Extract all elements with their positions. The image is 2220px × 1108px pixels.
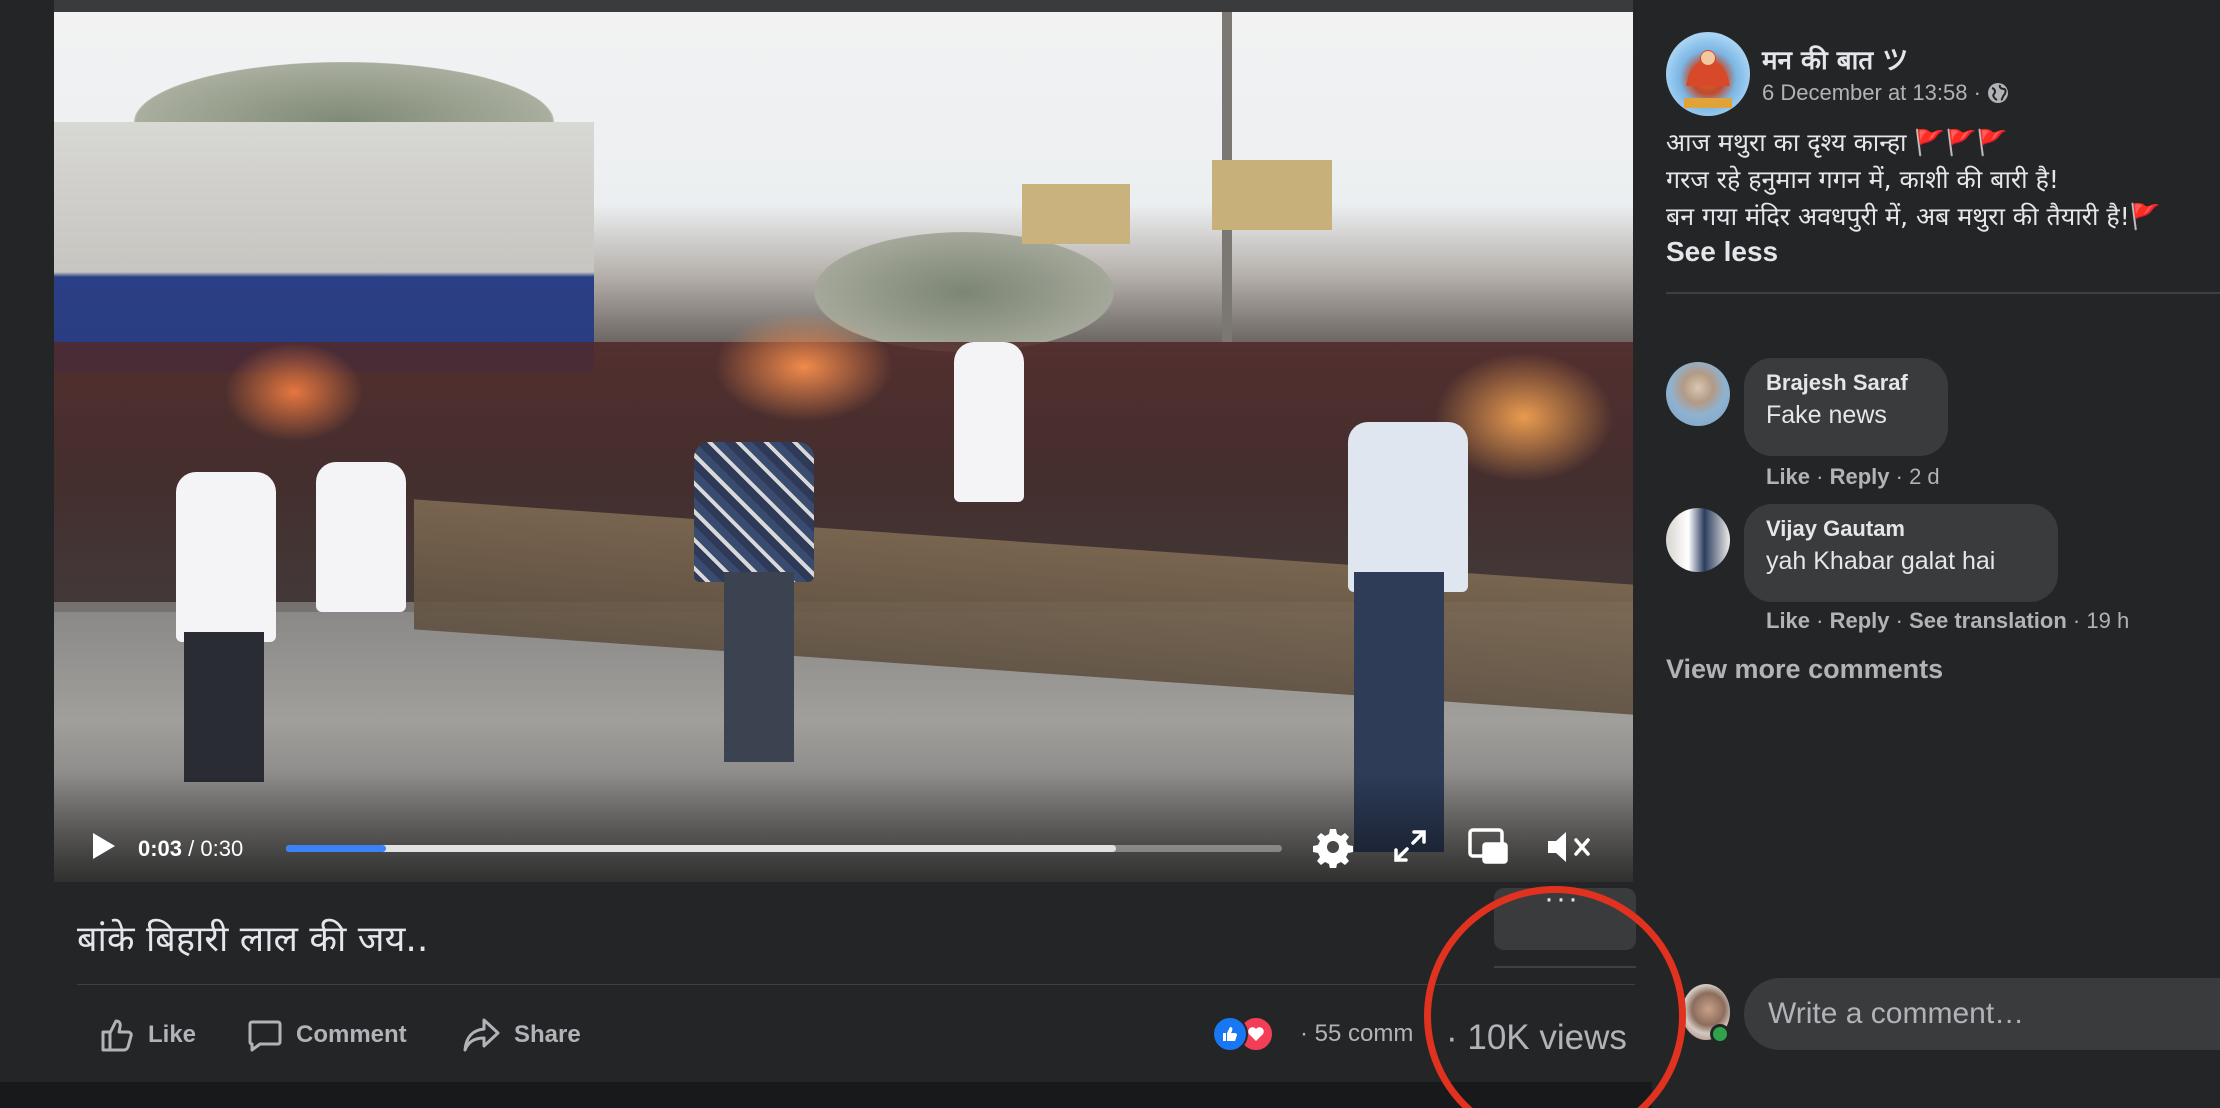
settings-button[interactable] — [1312, 826, 1354, 869]
post-timestamp[interactable]: 6 December at 13:58 · — [1762, 80, 1981, 106]
comment-actions: Like · Reply · 2 d — [1766, 464, 1940, 489]
bottom-bar — [0, 1082, 1652, 1108]
play-icon — [93, 833, 115, 859]
progress-bar[interactable] — [286, 845, 1282, 852]
divider — [1666, 292, 2220, 294]
gear-icon — [1313, 829, 1353, 869]
progress-buffered — [286, 845, 1116, 852]
video-scene-person — [954, 342, 1024, 502]
comment-text: Fake news — [1766, 401, 1887, 429]
comment-bubble: Vijay Gautam yah Khabar galat hai — [1744, 504, 2058, 602]
mute-icon — [1548, 832, 1590, 862]
comment-actions: Like · Reply · See translation · 19 h — [1766, 608, 2130, 633]
avatar-image — [1684, 50, 1732, 108]
page-name[interactable]: मन की बात ツ — [1762, 40, 1908, 77]
video-time: 0:03 / 0:30 — [138, 836, 243, 862]
like-button[interactable]: Like — [98, 1013, 196, 1057]
progress-fill — [286, 845, 386, 852]
comment-input[interactable] — [1744, 978, 2220, 1050]
video-controls: 0:03 / 0:30 — [54, 818, 1633, 880]
video-scene-sign — [1022, 184, 1130, 244]
top-strip — [54, 0, 1633, 12]
duration: 0:30 — [200, 836, 244, 861]
avatar[interactable] — [1666, 508, 1730, 572]
comment-time[interactable]: 2 d — [1909, 464, 1940, 489]
share-icon — [463, 1018, 500, 1052]
current-time: 0:03 — [138, 836, 183, 861]
share-button[interactable]: Share — [462, 1013, 581, 1057]
video-scene-sign — [1212, 160, 1332, 230]
mute-button[interactable] — [1544, 826, 1594, 868]
globe-icon — [1987, 83, 2008, 103]
post-meta: 6 December at 13:58 · — [1762, 80, 2009, 106]
comment-text: yah Khabar galat hai — [1766, 547, 1996, 575]
comment-like-link[interactable]: Like — [1766, 464, 1810, 489]
post-details-column: मन की बात ツ 6 December at 13:58 · आज मथु… — [1652, 0, 2220, 1108]
post-media-column: 0:03 / 0:30 बांके बिहारी लाल की जय.. Lik… — [0, 0, 1652, 1108]
post-caption: बांके बिहारी लाल की जय.. — [77, 919, 429, 960]
video-player[interactable] — [54, 12, 1633, 882]
video-scene-person — [176, 472, 276, 642]
comments-count[interactable]: · 55 comm — [1300, 1020, 1413, 1048]
commenter-name[interactable]: Vijay Gautam — [1766, 514, 2036, 544]
fullscreen-button[interactable] — [1390, 826, 1430, 866]
video-scene-person — [724, 572, 794, 762]
see-translation-link[interactable]: See translation — [1909, 608, 2067, 633]
play-button[interactable] — [82, 826, 122, 866]
commenter-name[interactable]: Brajesh Saraf — [1766, 368, 1926, 398]
time-separator: / — [188, 836, 195, 861]
divider — [77, 984, 1635, 985]
video-scene-person — [1348, 422, 1468, 592]
like-reaction-icon — [1212, 1016, 1248, 1052]
video-scene-flag — [224, 342, 364, 442]
comment-reply-link[interactable]: Reply — [1830, 608, 1890, 633]
avatar[interactable] — [1666, 362, 1730, 426]
page-avatar[interactable] — [1666, 32, 1750, 116]
online-status-dot — [1710, 1024, 1730, 1044]
video-scene-person — [694, 442, 814, 582]
pip-button[interactable] — [1466, 826, 1510, 868]
comment-label: Comment — [296, 1021, 407, 1048]
video-scene-flag — [714, 312, 894, 422]
video-scene-building — [54, 122, 594, 372]
video-scene-person — [316, 462, 406, 612]
post-text: आज मथुरा का दृश्य कान्हा 🚩🚩🚩 गरज रहे हनु… — [1666, 128, 2161, 231]
see-less-link[interactable]: See less — [1666, 236, 1778, 268]
comment-icon — [248, 1020, 282, 1052]
like-label: Like — [148, 1021, 197, 1048]
reaction-summary[interactable] — [1212, 1016, 1292, 1052]
like-icon — [101, 1019, 133, 1052]
comment-bubble: Brajesh Saraf Fake news — [1744, 358, 1948, 456]
view-more-comments-link[interactable]: View more comments — [1666, 654, 1943, 685]
comment-button[interactable]: Comment — [246, 1013, 407, 1057]
fullscreen-icon — [1394, 830, 1426, 862]
pip-icon — [1468, 828, 1508, 864]
comment-time[interactable]: 19 h — [2086, 608, 2129, 633]
video-scene-person — [184, 632, 264, 782]
share-label: Share — [514, 1021, 581, 1048]
comment-reply-link[interactable]: Reply — [1830, 464, 1890, 489]
comment-like-link[interactable]: Like — [1766, 608, 1810, 633]
